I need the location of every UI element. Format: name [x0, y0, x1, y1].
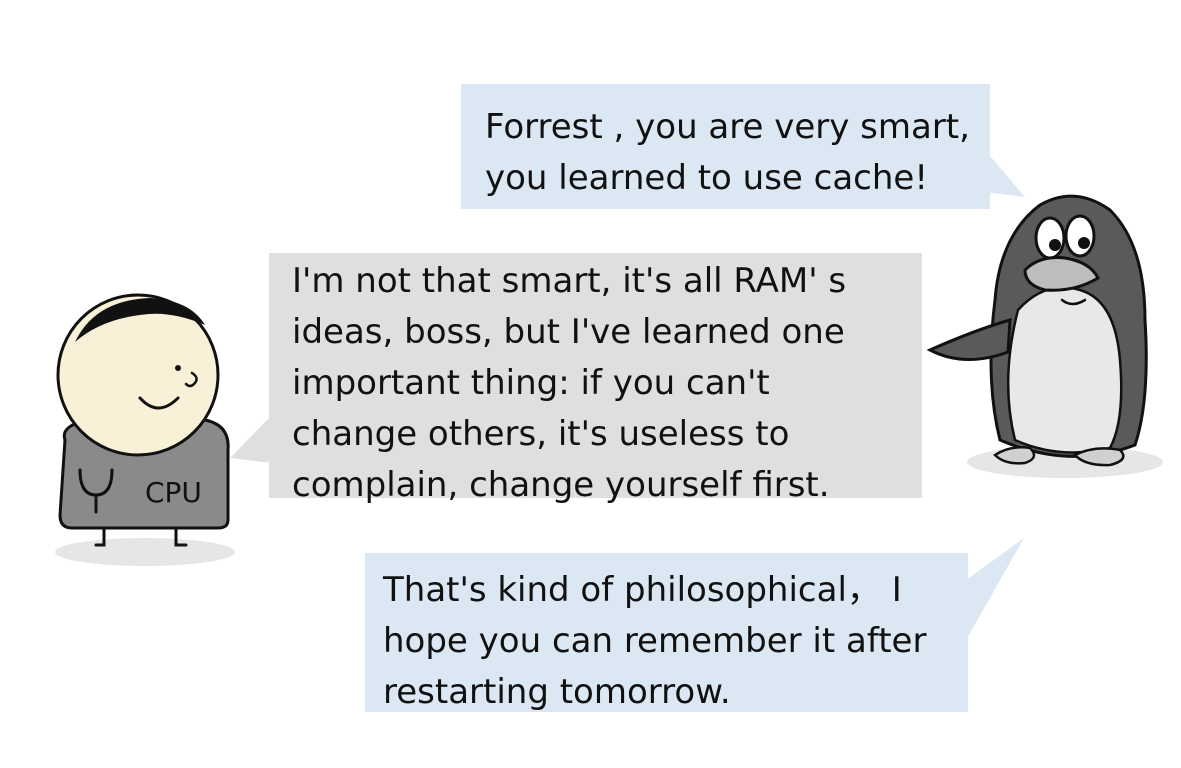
- cpu-eye-icon: [175, 365, 181, 371]
- bubble-line: you learned to use cache!: [485, 158, 928, 198]
- penguin-right-pupil: [1078, 237, 1090, 249]
- cpu-bubble-tail: [230, 415, 272, 463]
- penguin-bottom-bubble-tail: [966, 538, 1024, 640]
- bubble-line: Forrest , you are very smart,: [485, 107, 970, 147]
- penguin-top-bubble-tail: [985, 150, 1025, 197]
- bubble-line: change others, it's useless to: [292, 414, 790, 454]
- bubble-line: I'm not that smart, it's all RAM' s: [292, 261, 847, 301]
- penguin-speech-bubble-top: Forrest , you are very smart, you learne…: [461, 84, 990, 209]
- cpu-character: CPU: [55, 293, 235, 566]
- penguin-flipper: [926, 317, 1012, 361]
- cpu-speech-bubble: I'm not that smart, it's all RAM' s idea…: [269, 253, 922, 505]
- penguin-speech-bubble-bottom: That's kind of philosophical， I hope you…: [365, 553, 968, 712]
- penguin-belly: [1006, 286, 1123, 454]
- bubble-line: That's kind of philosophical， I: [383, 570, 902, 610]
- penguin-left-eye-icon: [1034, 216, 1066, 260]
- bubble-line: complain, change yourself first.: [292, 465, 830, 505]
- bubble-line: ideas, boss, but I've learned one: [292, 312, 845, 352]
- bubble-line: important thing: if you can't: [292, 363, 770, 403]
- penguin-right-eye-icon: [1064, 214, 1096, 258]
- cpu-shadow: [55, 538, 235, 566]
- bubble-line: hope you can remember it after: [383, 621, 927, 661]
- penguin-character: [926, 194, 1163, 478]
- bubble-line: restarting tomorrow.: [383, 672, 731, 712]
- penguin-left-pupil: [1049, 239, 1061, 251]
- cpu-shirt-label: CPU: [145, 476, 202, 509]
